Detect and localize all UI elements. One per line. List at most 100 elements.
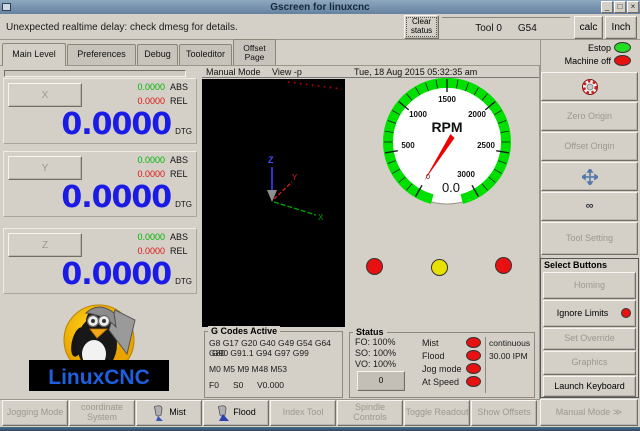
- active-mcodes: M0 M5 M9 M48 M53: [209, 364, 287, 374]
- tab-offset-page[interactable]: Offset Page: [233, 39, 276, 65]
- abs-value-z: 0.0000: [137, 232, 165, 242]
- link-axes-button[interactable]: ∞: [541, 192, 638, 221]
- linuxcnc-logo: LinuxCNC: [3, 300, 197, 397]
- toolpath-limit-line: [288, 82, 342, 89]
- tool-status-panel: Tool 0 G54: [442, 17, 570, 38]
- spindle-controls-button[interactable]: Spindle Controls: [337, 400, 403, 426]
- close-button[interactable]: ×: [627, 1, 639, 13]
- infinity-icon: ∞: [586, 200, 594, 212]
- units-inch-button[interactable]: Inch: [605, 16, 637, 39]
- machine-off-label: Machine off: [553, 56, 611, 66]
- mode-label: Manual Mode: [206, 67, 261, 77]
- toggle-readout-button[interactable]: Toggle Readout: [404, 400, 470, 426]
- abs-label: ABS: [170, 82, 192, 92]
- flood-button-label: Flood: [233, 408, 256, 418]
- abs-readout-y: 0.0000 ABS: [137, 155, 192, 165]
- abs-value-y: 0.0000: [137, 155, 165, 165]
- set-override-button[interactable]: Set Override: [543, 328, 636, 350]
- mist-button-label: Mist: [169, 408, 186, 418]
- dtg-value-y: 0.0000: [61, 180, 171, 215]
- rel-readout-z: 0.0000 REL: [137, 246, 192, 256]
- zero-origin-button[interactable]: Zero Origin: [541, 102, 638, 131]
- mist-button[interactable]: Mist: [136, 400, 202, 426]
- rpm-gauge: 0 500 1000 1500 2000 2500 3000 RPM 0.0: [380, 75, 514, 209]
- override-counter-button[interactable]: 0: [357, 371, 405, 391]
- minimize-button[interactable]: _: [601, 1, 613, 13]
- axis-select-button-z[interactable]: Z: [8, 233, 82, 257]
- show-offsets-button[interactable]: Show Offsets: [471, 400, 537, 426]
- spindle-stop-led: [431, 259, 448, 276]
- spindle-gauge-button[interactable]: [541, 72, 638, 101]
- calc-button[interactable]: calc: [574, 16, 603, 39]
- rel-value-x: 0.0000: [137, 96, 165, 106]
- graphics-button[interactable]: Graphics: [543, 351, 636, 375]
- rel-label: REL: [170, 96, 192, 106]
- coordinate-system-button[interactable]: coordinate System: [69, 400, 135, 426]
- gauge-tick-2500: 2500: [477, 141, 495, 150]
- gauge-tick-2000: 2000: [468, 110, 486, 119]
- manual-mode-button[interactable]: Manual Mode ≫: [540, 399, 638, 426]
- dtg-label: DTG: [175, 277, 192, 286]
- jogmode-status-label: Jog mode: [422, 364, 462, 374]
- speed-word: S0: [233, 380, 243, 390]
- gauge-value: 0.0: [442, 180, 460, 195]
- gauge-tick-500: 500: [401, 141, 415, 150]
- gremlin-3d-view[interactable]: Z Y X: [202, 79, 345, 327]
- estop-led[interactable]: [614, 42, 631, 53]
- abs-value-x: 0.0000: [137, 82, 165, 92]
- homing-button[interactable]: Homing: [543, 272, 636, 299]
- coord-system-label: G54: [518, 23, 537, 34]
- abs-readout-z: 0.0000 ABS: [137, 232, 192, 242]
- feed-override-label: FO: 100%: [355, 337, 396, 347]
- offset-origin-button[interactable]: Offset Origin: [541, 132, 638, 161]
- titlebar[interactable]: Gscreen for linuxcnc _ □ ×: [0, 0, 640, 14]
- dtg-readout-z: 0.0000 DTG: [61, 257, 192, 292]
- gscreen-window: Gscreen for linuxcnc _ □ × Unexpected re…: [0, 0, 640, 431]
- tab-debug[interactable]: Debug: [137, 44, 178, 65]
- maximize-button[interactable]: □: [614, 1, 626, 13]
- jogging-mode-button[interactable]: Jogging Mode: [2, 400, 68, 426]
- axis-panel-x: X 0.0000 ABS 0.0000 REL 0.0000 DTG: [3, 78, 197, 144]
- atspeed-led: [466, 376, 481, 387]
- select-buttons-frame: Select Buttons Homing Ignore Limits Set …: [540, 258, 639, 398]
- rel-value-z: 0.0000: [137, 246, 165, 256]
- launch-keyboard-button[interactable]: Launch Keyboard: [543, 376, 636, 397]
- axis-select-button-x[interactable]: X: [8, 83, 82, 107]
- active-gcodes-line2: G90 G91.1 G94 G97 G99: [212, 348, 309, 358]
- flood-led: [466, 350, 481, 361]
- tab-tooleditor[interactable]: Tooleditor: [179, 44, 232, 65]
- window-bottom-border: [0, 427, 640, 431]
- axis-panel-y: Y 0.0000 ABS 0.0000 REL 0.0000 DTG: [3, 151, 197, 217]
- machine-off-led[interactable]: [614, 55, 631, 66]
- mist-spray-icon: [152, 405, 166, 422]
- axis-select-button-y[interactable]: Y: [8, 156, 82, 180]
- z-axis-label: Z: [268, 155, 274, 165]
- jog-mode-value: continuous: [489, 338, 530, 348]
- gauge-wheel-icon: [581, 78, 599, 96]
- flood-button[interactable]: Flood: [203, 400, 269, 426]
- y-axis-label: Y: [292, 173, 298, 182]
- x-axis-line: [274, 202, 316, 215]
- velocity-override-label: VO: 100%: [355, 359, 396, 369]
- clear-status-button[interactable]: Clear status: [404, 15, 439, 39]
- abs-readout-x: 0.0000 ABS: [137, 82, 192, 92]
- velocity-word: V0.000: [257, 380, 284, 390]
- gauge-tick-1500: 1500: [438, 95, 456, 104]
- tab-preferences[interactable]: Preferences: [67, 44, 136, 65]
- gauge-title: RPM: [431, 119, 462, 135]
- select-buttons-title: Select Buttons: [544, 260, 607, 270]
- spindle-forward-led: [366, 258, 383, 275]
- tab-main-level[interactable]: Main Level: [2, 43, 66, 66]
- flood-status-label: Flood: [422, 351, 445, 361]
- dtg-value-x: 0.0000: [61, 107, 171, 142]
- abs-label: ABS: [170, 232, 192, 242]
- move-tool-button[interactable]: [541, 162, 638, 191]
- index-tool-button[interactable]: Index Tool: [270, 400, 336, 426]
- jog-speed-bar[interactable]: [4, 70, 186, 77]
- spindle-reverse-led: [495, 257, 512, 274]
- dtg-readout-x: 0.0000 DTG: [61, 107, 192, 142]
- tool-setting-button[interactable]: Tool Setting: [541, 222, 638, 255]
- axis-panel-z: Z 0.0000 ABS 0.0000 REL 0.0000 DTG: [3, 228, 197, 294]
- status-frame-title: Status: [353, 327, 387, 337]
- view-label[interactable]: View -p: [272, 67, 302, 77]
